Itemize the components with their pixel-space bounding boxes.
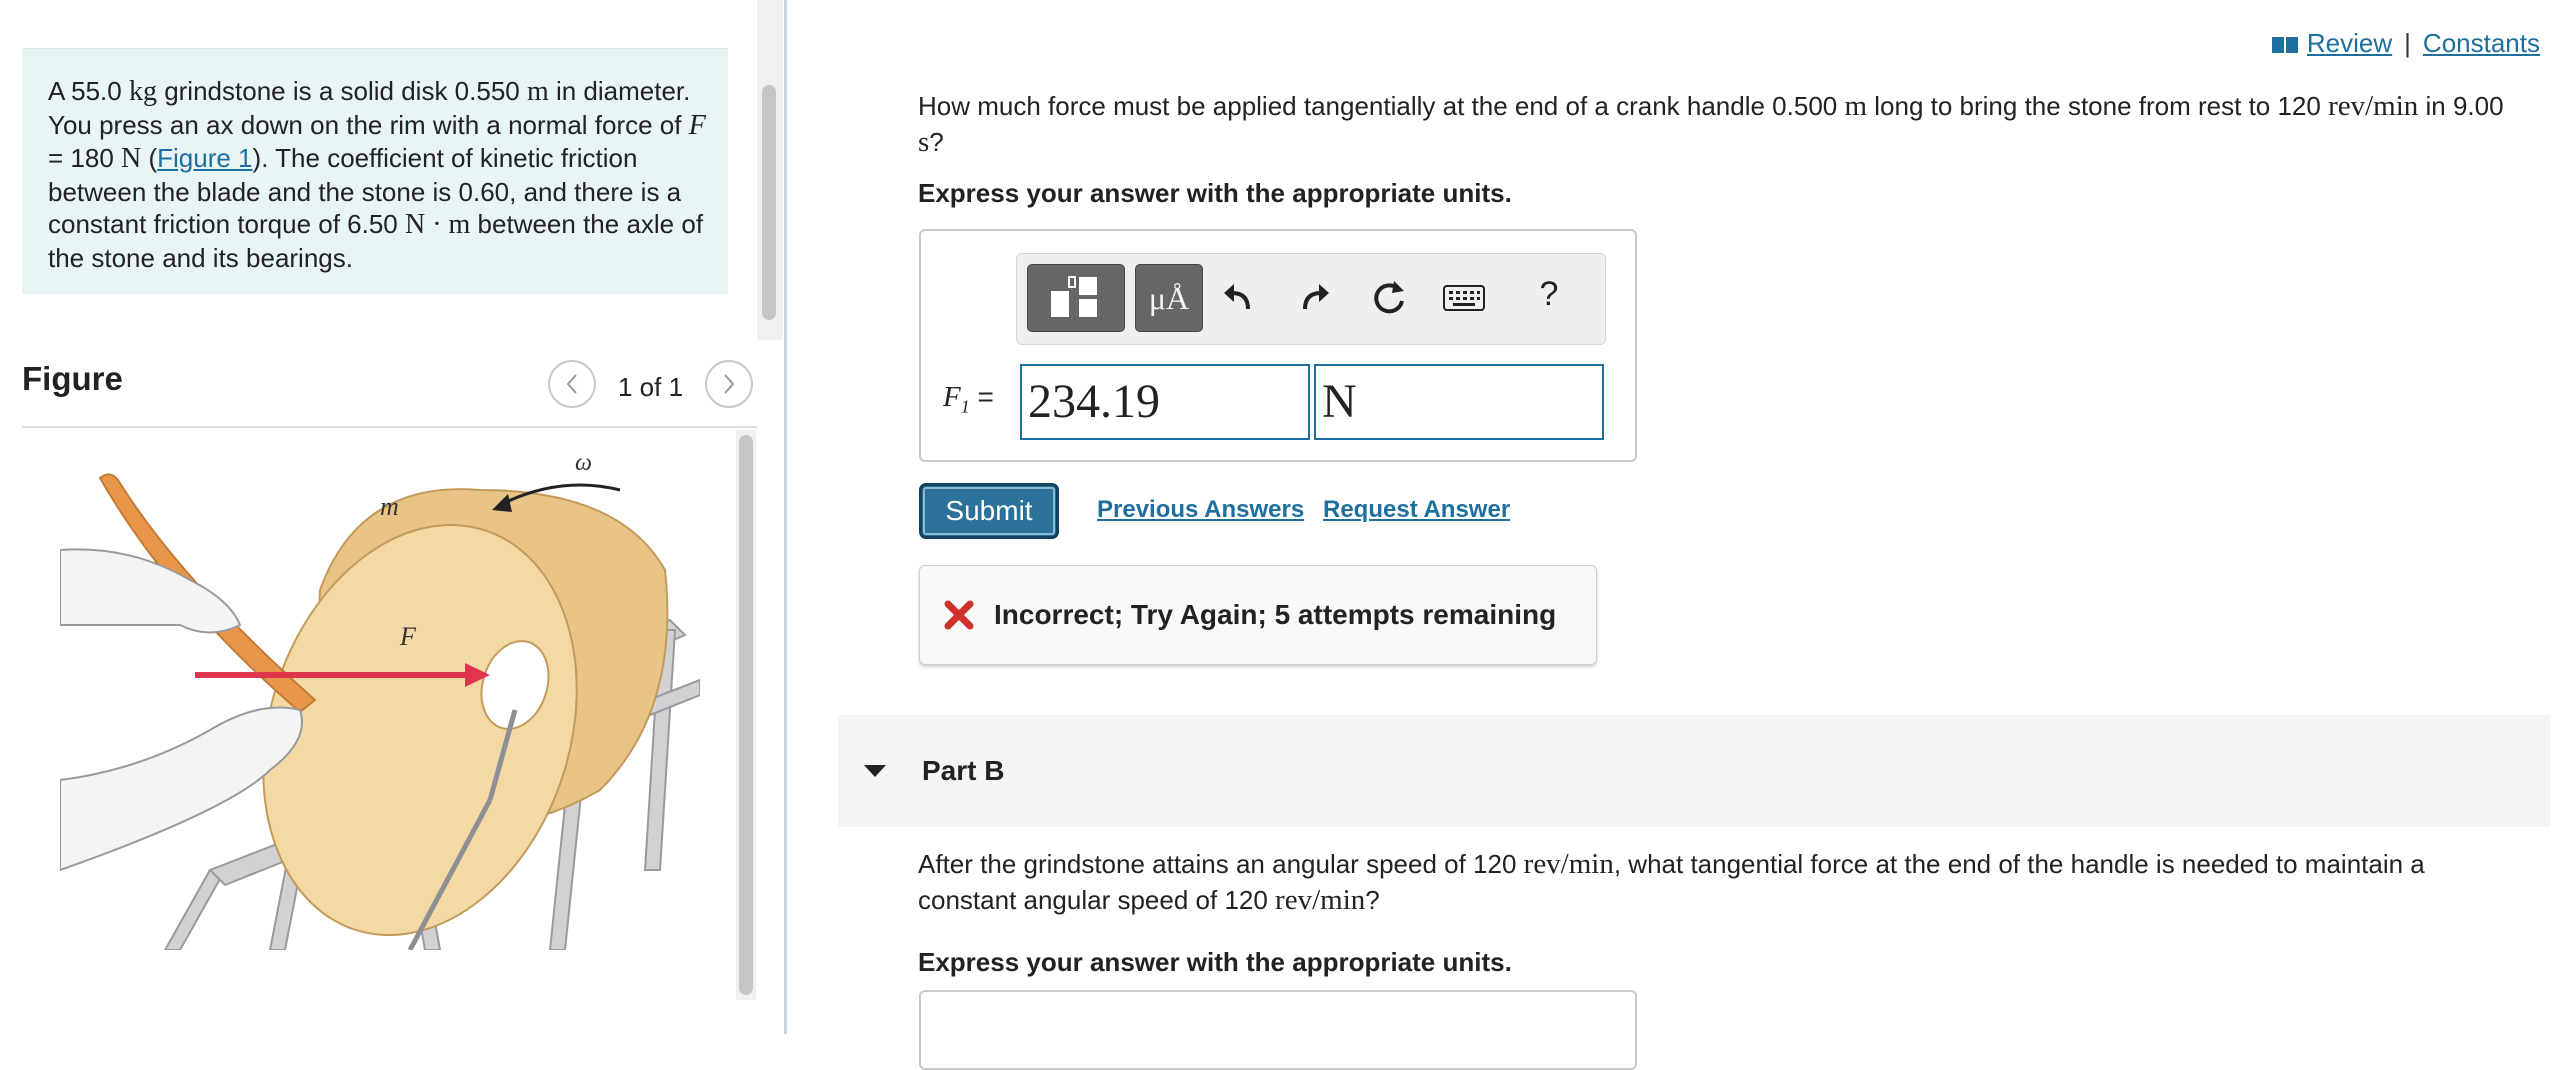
mass-label: m [380,492,399,521]
redo-icon [1303,284,1329,310]
math-symbol: N [121,143,142,174]
header-separator: | [2404,28,2411,58]
submit-button[interactable]: Submit [919,483,1059,539]
text-segment: ( [141,143,158,173]
math-symbol: rev/min [2328,90,2419,122]
text-segment: A 55.0 [48,76,129,106]
math-toolbar: μÅ ? [1016,253,1606,345]
text-segment: long to bring the stone from rest to 120 [1867,91,2329,121]
undo-icon [1224,284,1250,310]
figure-divider [22,426,757,428]
review-label: Review [2306,28,2393,58]
redo-button[interactable] [1292,278,1336,318]
text-segment: = 180 [48,143,122,173]
answer-variable-subscript: 1 [960,396,970,417]
review-link[interactable]: Review [2271,28,2392,59]
part-b-title: Part B [922,755,1005,786]
keyboard-icon [1443,285,1485,311]
templates-button[interactable] [1027,264,1125,332]
math-symbol: kg [128,76,157,107]
problem-statement: A 55.0 kg grindstone is a solid disk 0.5… [22,48,728,294]
panel-divider [784,0,787,1034]
omega-label: ω [575,450,592,476]
request-answer-link[interactable]: Request Answer [1323,496,1510,524]
part-b-instruction: Express your answer with the appropriate… [918,947,1512,977]
undo-button[interactable] [1217,278,1261,318]
grindstone-figure: m ω F [60,450,700,950]
book-icon [2271,36,2298,53]
figure-title: Figure [22,360,123,397]
reset-button[interactable] [1367,278,1411,318]
math-symbol: rev/min [1275,884,1366,916]
part-b-answer-box [919,990,1637,1070]
feedback-message: Incorrect; Try Again; 5 attempts remaini… [994,599,1557,630]
answer-variable: F [943,381,961,413]
math-symbol: rev/min [1523,848,1614,880]
units-icon: μÅ [1148,279,1190,316]
math-symbol: N · m [405,209,471,240]
math-symbol: m [526,76,549,107]
chevron-right-icon [724,374,735,394]
part-b-header[interactable]: Part B [838,715,2550,827]
part-b-question: After the grindstone attains an angular … [918,846,2518,918]
constants-link[interactable]: Constants [2423,28,2540,59]
text-segment: grindstone is a solid disk 0.550 [156,76,527,106]
answer-units-field[interactable]: N [1314,364,1604,440]
help-icon: ? [1539,274,1559,313]
figure-scrollbar-thumb[interactable] [739,435,753,995]
upper-arm [60,548,242,634]
text-segment: in 9.00 [2418,91,2504,121]
chevron-left-icon [566,374,577,394]
incorrect-x-icon [944,600,974,630]
math-symbol: s [918,126,930,158]
part-a-answer-box: μÅ ? F1 = 234.19 N [919,229,1637,462]
problem-scrollbar-thumb[interactable] [762,85,776,320]
part-a-instruction: Express your answer with the appropriate… [918,178,1512,208]
feedback-box: Incorrect; Try Again; 5 attempts remaini… [919,565,1597,665]
figure-link[interactable]: Figure 1 [157,143,252,173]
force-label: F [399,622,417,651]
figure-counter: 1 of 1 [618,372,684,402]
equals-sign: = [977,381,994,412]
caret-down-icon [864,765,886,777]
text-segment: How much force must be applied tangentia… [918,91,1845,121]
templates-icon [1051,276,1097,317]
keyboard-button[interactable] [1442,278,1486,318]
answer-value-field[interactable]: 234.19 [1020,364,1310,440]
part-a-question: How much force must be applied tangentia… [918,88,2518,160]
reset-icon [1374,281,1404,314]
previous-answers-link[interactable]: Previous Answers [1097,496,1304,524]
units-button[interactable]: μÅ [1135,264,1203,332]
text-segment: ? [929,127,944,157]
text-segment: After the grindstone attains an angular … [918,849,1524,879]
problem-panel: A 55.0 kg grindstone is a solid disk 0.5… [0,0,783,1034]
figure-previous-button[interactable] [548,360,596,408]
help-button[interactable]: ? [1527,274,1571,314]
figure-next-button[interactable] [705,360,753,408]
header-links: Review | Constants [2271,28,2540,59]
math-symbol: m [1844,90,1868,122]
math-symbol: F [688,109,706,141]
text-segment: ? [1365,885,1380,915]
answer-variable-label: F1 = [943,381,994,418]
